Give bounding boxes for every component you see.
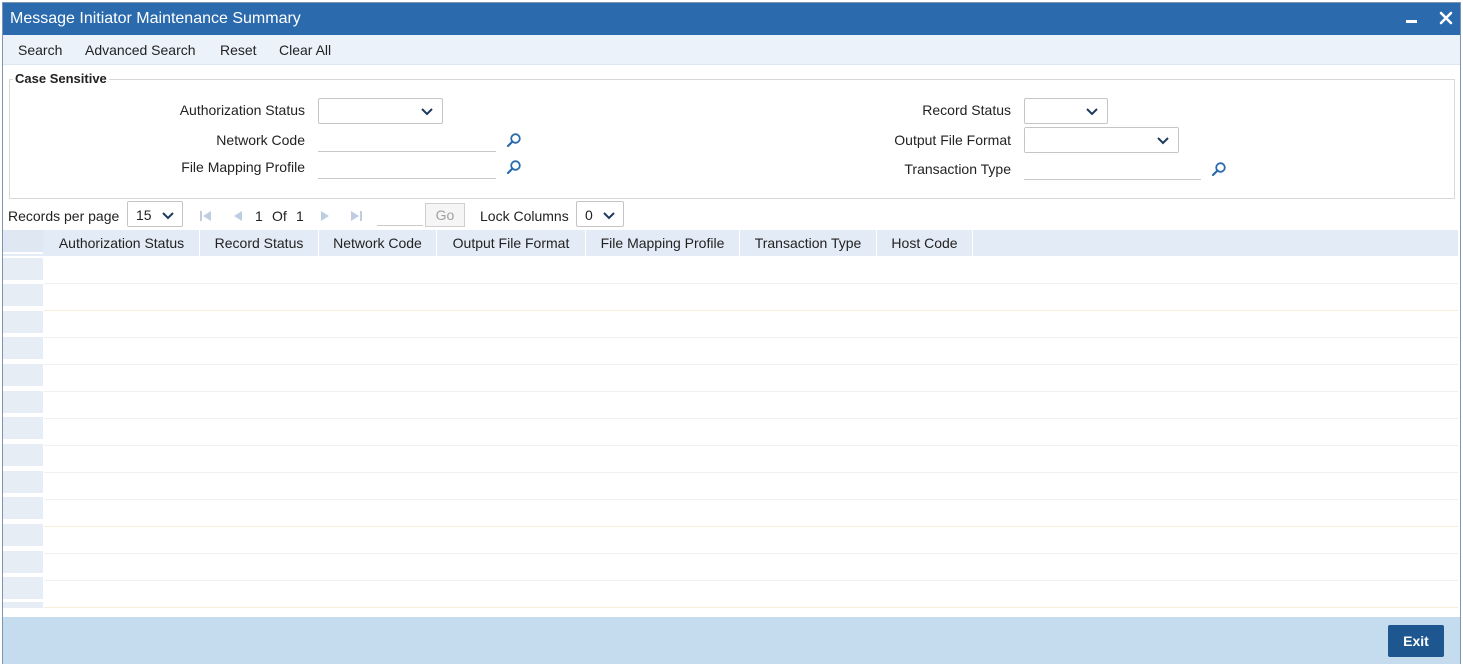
message-initiator-summary-window: Message Initiator Maintenance Summary Se… [2,2,1461,664]
authorization-status-select[interactable] [318,98,443,124]
output-file-format-select[interactable] [1024,127,1179,153]
row-selector[interactable] [3,337,43,361]
row-selector[interactable] [3,444,43,468]
row-selector[interactable] [3,311,43,335]
table-row[interactable] [44,284,1458,311]
total-pages-number: 1 [296,208,304,224]
title-bar: Message Initiator Maintenance Summary [3,3,1460,35]
row-selector[interactable] [3,284,43,308]
grid-header: Authorization Status Record Status Netwo… [3,230,1458,256]
table-row[interactable] [44,311,1458,338]
lock-columns-label: Lock Columns [480,208,569,224]
chevron-down-icon [162,212,174,220]
row-selector[interactable] [3,524,43,548]
go-button[interactable]: Go [425,203,465,227]
table-row[interactable] [44,527,1458,554]
column-header-network-code[interactable]: Network Code [319,230,437,256]
current-page-number: 1 [255,208,263,224]
pagination-bar: Records per page 15 1 Of 1 Lock Columns … [3,199,1460,231]
table-row[interactable] [44,473,1458,500]
next-page-icon[interactable] [318,209,332,223]
transaction-type-label: Transaction Type [904,161,1011,177]
chevron-down-icon [1086,108,1098,116]
chevron-down-icon [421,108,433,116]
table-row[interactable] [44,419,1458,446]
row-selector[interactable] [3,258,43,282]
lock-columns-select[interactable]: 0 [576,201,624,227]
records-per-page-select[interactable]: 15 [127,201,183,227]
row-selector[interactable] [3,471,43,495]
reset-button[interactable]: Reset [220,42,257,58]
minimize-icon[interactable] [1401,7,1423,29]
row-selector-column [3,230,43,614]
advanced-search-button[interactable]: Advanced Search [85,42,196,58]
row-selector[interactable] [3,497,43,521]
row-selector[interactable] [3,577,43,601]
table-row[interactable] [44,257,1458,284]
row-selector[interactable] [3,602,43,610]
network-code-input[interactable] [318,130,496,152]
column-header-host-code[interactable]: Host Code [877,230,973,256]
records-per-page-value: 15 [136,207,152,223]
search-lookup-icon[interactable] [506,159,522,175]
chevron-down-icon [603,212,615,220]
row-selector[interactable] [3,391,43,415]
column-header-file-mapping-profile[interactable]: File Mapping Profile [586,230,740,256]
results-grid: Authorization Status Record Status Netwo… [3,230,1458,614]
footer-bar: Exit [3,617,1460,664]
file-mapping-profile-input[interactable] [318,157,496,179]
table-row[interactable] [44,365,1458,392]
file-mapping-profile-label: File Mapping Profile [181,159,305,175]
row-selector[interactable] [3,417,43,441]
table-row[interactable] [44,554,1458,581]
row-selector[interactable] [3,551,43,575]
column-header-transaction-type[interactable]: Transaction Type [740,230,877,256]
column-header-output-file-format[interactable]: Output File Format [437,230,586,256]
previous-page-icon[interactable] [231,209,245,223]
record-status-select[interactable] [1024,98,1108,124]
table-row[interactable] [44,338,1458,365]
select-all-cell[interactable] [3,230,43,254]
network-code-label: Network Code [216,132,305,148]
column-header-authorization-status[interactable]: Authorization Status [44,230,200,256]
transaction-type-input[interactable] [1024,158,1201,180]
of-label: Of [272,208,287,224]
output-file-format-label: Output File Format [894,132,1011,148]
table-row[interactable] [44,392,1458,419]
table-row[interactable] [44,581,1458,608]
window-title: Message Initiator Maintenance Summary [10,10,301,27]
table-row[interactable] [44,446,1458,473]
exit-button[interactable]: Exit [1388,625,1444,657]
authorization-status-label: Authorization Status [179,102,305,118]
search-lookup-icon[interactable] [506,132,522,148]
records-per-page-label: Records per page [8,208,120,224]
record-status-label: Record Status [922,102,1011,118]
toolbar: Search Advanced Search Reset Clear All [3,35,1460,65]
column-header-record-status[interactable]: Record Status [200,230,319,256]
table-row[interactable] [44,500,1458,527]
lock-columns-value: 0 [585,207,593,223]
row-selector[interactable] [3,364,43,388]
first-page-icon[interactable] [199,209,213,223]
chevron-down-icon [1157,137,1169,145]
search-button[interactable]: Search [18,42,62,58]
close-icon[interactable] [1435,7,1457,29]
search-lookup-icon[interactable] [1211,161,1227,177]
last-page-icon[interactable] [349,209,363,223]
case-sensitive-legend: Case Sensitive [13,71,109,86]
goto-page-input[interactable] [377,206,423,226]
clear-all-button[interactable]: Clear All [279,42,331,58]
